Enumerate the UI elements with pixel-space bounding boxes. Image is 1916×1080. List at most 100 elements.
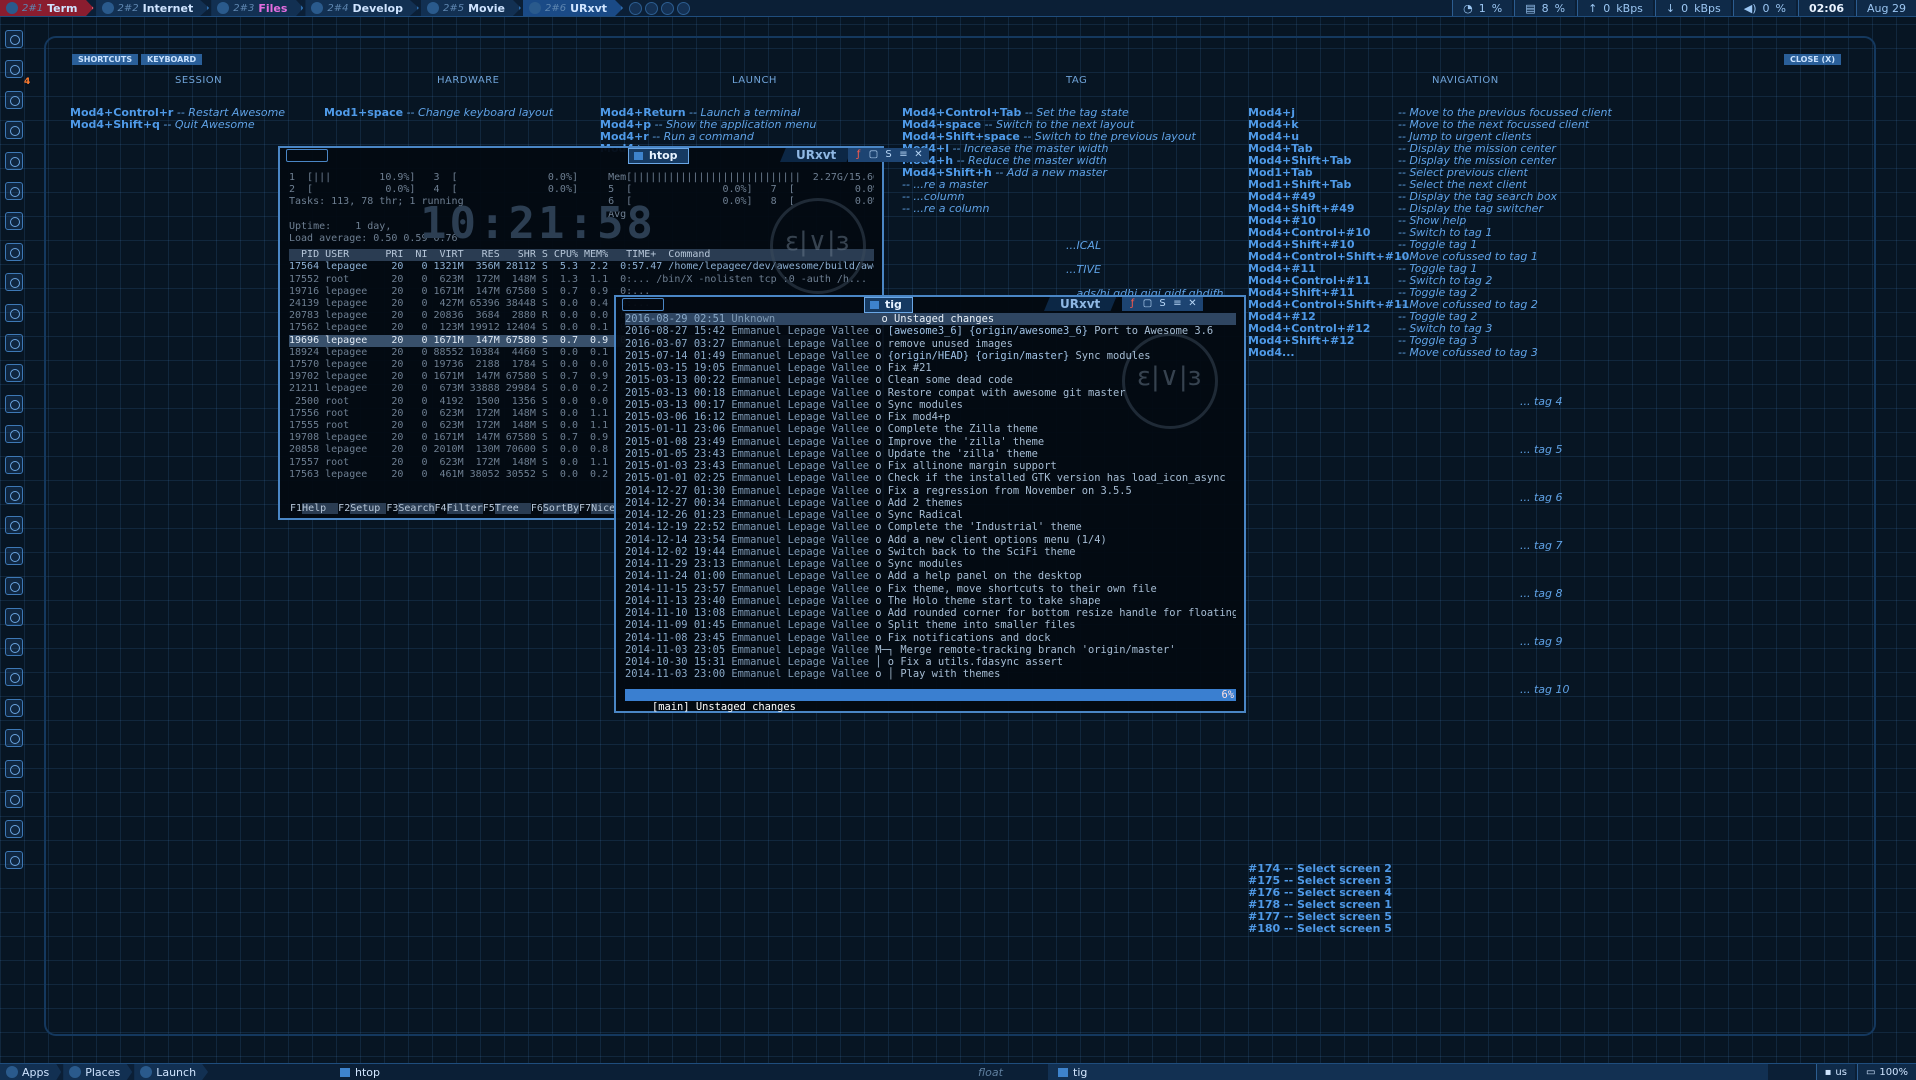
dock-launcher-icon[interactable] [5, 729, 23, 748]
dock-launcher-icon[interactable] [5, 273, 23, 292]
tig-titlebar-left[interactable] [622, 298, 664, 311]
dock-launcher-icon[interactable] [5, 759, 23, 778]
dock-launcher-icon[interactable] [5, 516, 23, 535]
memory-widget[interactable]: ▤ 8% [1514, 0, 1576, 16]
dock-launcher-icon[interactable] [5, 850, 23, 869]
tig-commit-row[interactable]: 2015-01-08 23:49 Emmanuel Lepage Vallee … [625, 436, 1236, 448]
keyboard-layout[interactable]: ▪ us [1815, 1064, 1855, 1080]
dock-launcher-icon[interactable] [5, 486, 23, 504]
htop-fkey[interactable]: F3Search [386, 503, 435, 514]
tig-commit-row[interactable]: 2014-10-30 15:31 Emmanuel Lepage Vallee … [625, 656, 1236, 668]
tig-commit-row[interactable]: 2014-11-15 23:57 Emmanuel Lepage Vallee … [625, 583, 1236, 595]
dock-launcher-icon[interactable] [5, 607, 23, 626]
tig-window[interactable]: tig URxvt ƒ ▢ S ≡ ✕ 2016-08-29 02:51 Unk… [614, 295, 1246, 713]
tig-commit-row[interactable]: 2014-12-27 00:34 Emmanuel Lepage Vallee … [625, 497, 1236, 509]
tig-commit-row[interactable]: 2014-12-14 23:54 Emmanuel Lepage Vallee … [625, 534, 1236, 546]
dock-launcher-icon[interactable] [5, 425, 23, 444]
clock[interactable]: 02:06 [1798, 0, 1855, 16]
tig-commit-row[interactable]: 2015-03-06 16:12 Emmanuel Lepage Vallee … [625, 411, 1236, 423]
dock-launcher-icon[interactable] [5, 455, 23, 474]
tig-commit-row[interactable]: 2015-01-11 23:06 Emmanuel Lepage Vallee … [625, 423, 1236, 435]
dock-launcher-icon[interactable] [5, 182, 23, 200]
float-icon[interactable]: ƒ [1126, 299, 1139, 309]
shortcuts-chip[interactable]: SHORTCUTS [72, 54, 139, 65]
sticky-icon[interactable]: S [882, 150, 895, 160]
tig-commit-row[interactable]: 2015-01-05 23:43 Emmanuel Lepage Vallee … [625, 448, 1236, 460]
dock-launcher-icon[interactable] [5, 121, 23, 140]
tig-commit-list[interactable]: 2016-08-29 02:51 Unknown o Unstaged chan… [625, 313, 1236, 701]
tig-commit-row[interactable]: 2014-11-09 01:45 Emmanuel Lepage Vallee … [625, 619, 1236, 631]
dock-launcher-icon[interactable] [5, 668, 23, 687]
close-help-button[interactable]: CLOSE (X) [1784, 54, 1841, 65]
dock-launcher-icon[interactable] [5, 242, 23, 261]
tig-commit-row[interactable]: 2014-11-03 23:05 Emmanuel Lepage Vallee … [625, 644, 1236, 656]
tig-commit-row[interactable]: 2015-03-15 19:05 Emmanuel Lepage Vallee … [625, 362, 1236, 374]
dock-launcher-icon[interactable] [5, 90, 23, 109]
tig-commit-row[interactable]: 2015-07-14 01:49 Emmanuel Lepage Vallee … [625, 350, 1236, 362]
tig-commit-row[interactable]: 2016-08-27 15:42 Emmanuel Lepage Vallee … [625, 325, 1236, 337]
tag-term[interactable]: 2#1 Term [0, 0, 94, 16]
date[interactable]: Aug 29 [1856, 0, 1916, 16]
cpu-widget[interactable]: ◔ 1% [1452, 0, 1513, 16]
tig-commit-row[interactable]: 2014-12-19 22:52 Emmanuel Lepage Vallee … [625, 521, 1236, 533]
htop-titlebar[interactable]: htop URxvt ƒ ▢ S ≡ ✕ [280, 148, 929, 164]
tig-titlebar[interactable]: tig URxvt ƒ ▢ S ≡ ✕ [616, 297, 1244, 313]
task-float[interactable]: float [968, 1064, 1013, 1080]
htop-fkey[interactable]: F1Help [290, 503, 339, 514]
tig-commit-row[interactable]: 2014-11-10 13:08 Emmanuel Lepage Vallee … [625, 607, 1236, 619]
launcher-places[interactable]: Places [63, 1064, 133, 1080]
htop-titlebar-left[interactable] [286, 149, 328, 162]
tig-commit-row[interactable]: 2016-03-07 03:27 Emmanuel Lepage Vallee … [625, 338, 1236, 350]
dock-launcher-icon[interactable] [5, 303, 23, 322]
tig-commit-row[interactable]: 2014-12-02 19:44 Emmanuel Lepage Vallee … [625, 546, 1236, 558]
tag-movie[interactable]: 2#5 Movie [420, 0, 521, 16]
volume-widget[interactable]: ◀) 0% [1732, 0, 1796, 16]
dock-launcher-icon[interactable] [5, 394, 23, 413]
ontop-icon[interactable]: ≡ [897, 150, 910, 160]
htop-fkey[interactable]: F4Filter [435, 503, 483, 514]
htop-fkey[interactable]: F5Tree [483, 503, 531, 514]
tag-urxvt[interactable]: 2#6 URxvt [522, 0, 624, 16]
dock-launcher-icon[interactable] [5, 151, 23, 170]
tag-files[interactable]: 2#3 Files [211, 0, 304, 16]
tig-commit-row[interactable]: 2015-03-13 00:18 Emmanuel Lepage Vallee … [625, 387, 1236, 399]
dock-launcher-icon[interactable] [5, 790, 23, 808]
tig-commit-row[interactable]: 2014-11-29 23:13 Emmanuel Lepage Vallee … [625, 558, 1236, 570]
dock-launcher-icon[interactable] [5, 30, 23, 48]
dock-launcher-icon[interactable] [5, 334, 23, 352]
dock-launcher-icon[interactable] [5, 212, 23, 231]
tig-commit-row[interactable]: 2014-12-26 01:23 Emmanuel Lepage Vallee … [625, 509, 1236, 521]
tig-commit-row[interactable]: 2015-03-13 00:17 Emmanuel Lepage Vallee … [625, 399, 1236, 411]
htop-fkey[interactable]: F2Setup [338, 503, 387, 514]
dock-launcher-icon[interactable] [5, 364, 23, 383]
htop-fkey[interactable]: F6SortBy [531, 503, 580, 514]
dock-launcher-icon[interactable] [5, 546, 23, 565]
close-icon[interactable]: ✕ [1186, 299, 1199, 309]
tig-commit-row[interactable]: 2014-11-08 23:45 Emmanuel Lepage Vallee … [625, 632, 1236, 644]
maximize-icon[interactable]: ▢ [1141, 299, 1154, 309]
dock-launcher-icon[interactable] [5, 698, 23, 717]
zoom-level[interactable]: ▭ 100% [1856, 1064, 1916, 1080]
launcher-launch[interactable]: Launch [134, 1064, 209, 1080]
tig-commit-row[interactable]: 2015-01-03 23:43 Emmanuel Lepage Vallee … [625, 460, 1236, 472]
dock-launcher-icon[interactable] [5, 577, 23, 596]
tag-internet[interactable]: 2#2 Internet [95, 0, 210, 16]
dock-launcher-icon[interactable] [5, 638, 23, 656]
upload-widget[interactable]: ↑ 0 kBps [1577, 0, 1653, 16]
tig-commit-row[interactable]: 2015-01-01 02:25 Emmanuel Lepage Vallee … [625, 472, 1236, 484]
htop-function-keys[interactable]: F1Help F2Setup F3SearchF4FilterF5Tree F6… [290, 503, 628, 514]
tig-commit-row[interactable]: 2014-12-27 01:30 Emmanuel Lepage Vallee … [625, 485, 1236, 497]
close-icon[interactable]: ✕ [912, 150, 925, 160]
tig-commit-row[interactable]: 2014-11-24 01:00 Emmanuel Lepage Vallee … [625, 570, 1236, 582]
tig-commit-row[interactable]: 2016-08-29 02:51 Unknown o Unstaged chan… [625, 313, 1236, 326]
tag-develop[interactable]: 2#4 Develop [305, 0, 419, 16]
sticky-icon[interactable]: S [1156, 299, 1169, 309]
keyboard-chip[interactable]: KEYBOARD [141, 54, 203, 65]
maximize-icon[interactable]: ▢ [867, 150, 880, 160]
tig-commit-row[interactable]: 2014-11-03 23:00 Emmanuel Lepage Vallee … [625, 668, 1236, 680]
dock-launcher-icon[interactable] [5, 60, 23, 79]
launcher-apps[interactable]: Apps [0, 1064, 62, 1080]
task-tig[interactable]: tig [1048, 1064, 1768, 1080]
ontop-icon[interactable]: ≡ [1171, 299, 1184, 309]
tig-commit-row[interactable]: 2015-03-13 00:22 Emmanuel Lepage Vallee … [625, 374, 1236, 386]
